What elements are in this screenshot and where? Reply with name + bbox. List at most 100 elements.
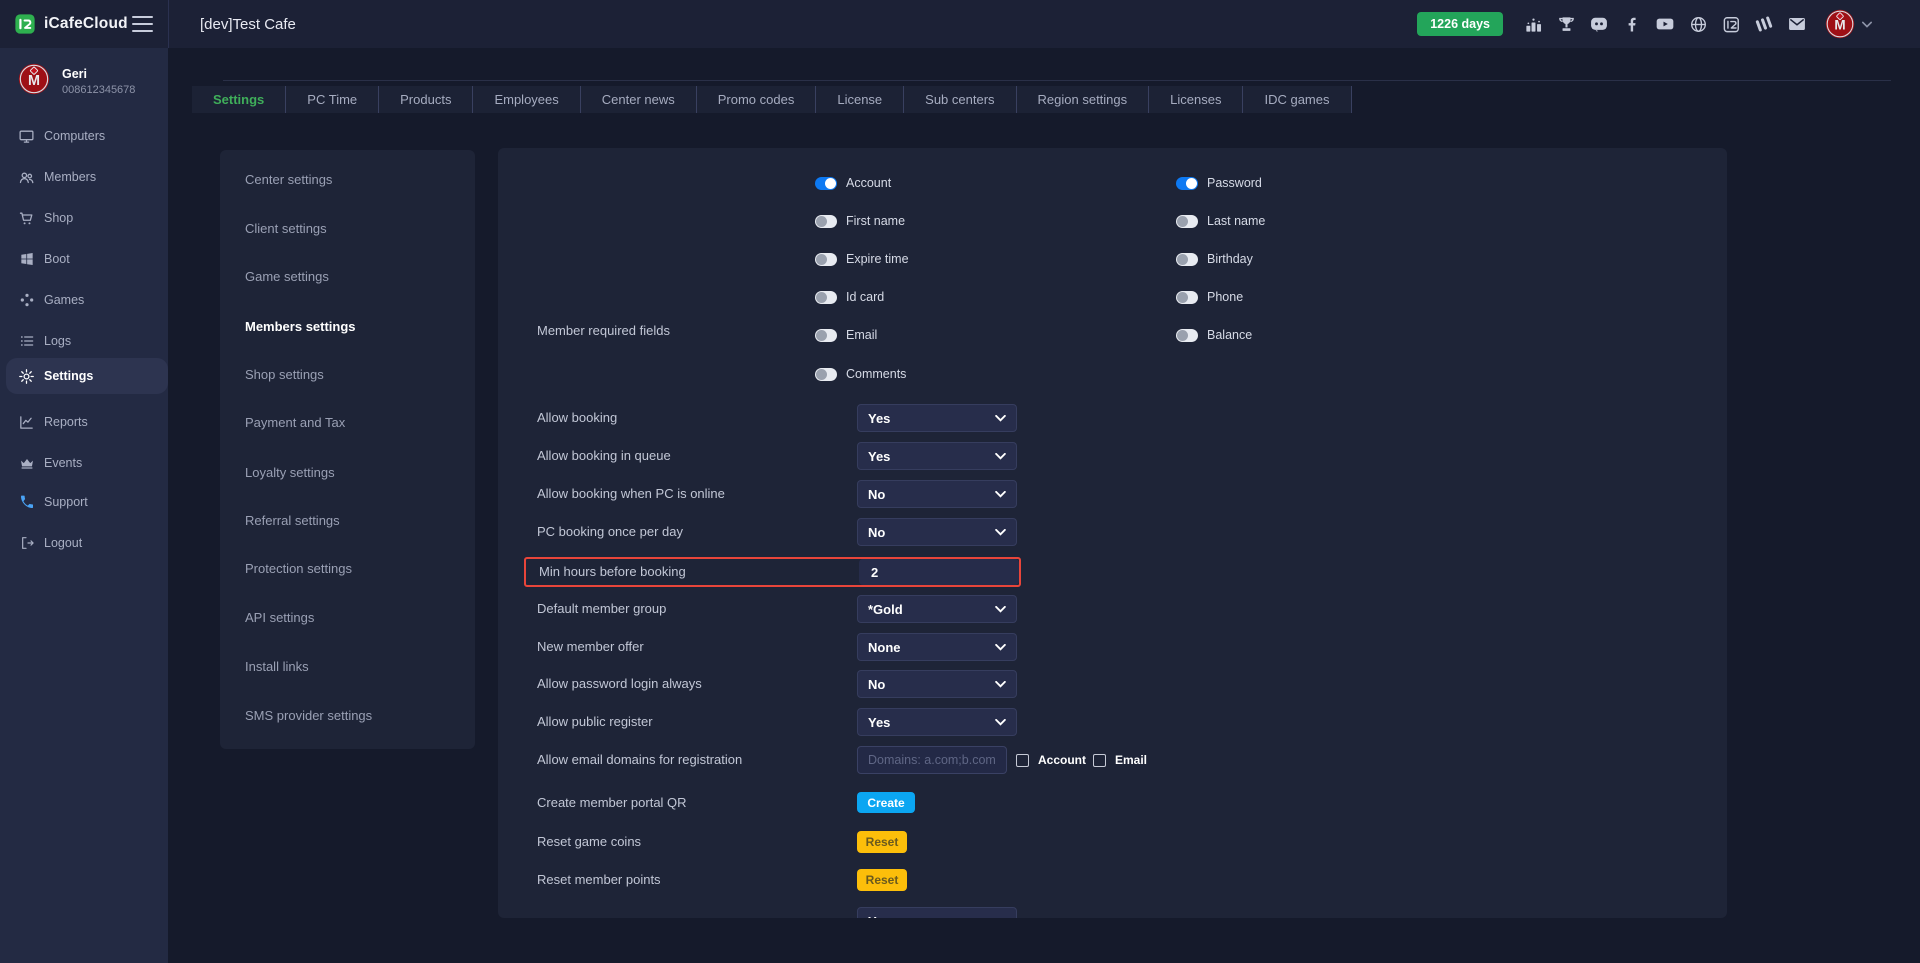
form-row: New member offer None (498, 633, 1727, 661)
youtube-icon[interactable] (1655, 14, 1675, 34)
allow-public-register-select[interactable]: Yes (857, 708, 1017, 736)
account-checkbox-group: Account (1016, 746, 1086, 774)
sidebar-item-boot[interactable]: Boot (0, 241, 168, 277)
allow-password-login-select[interactable]: No (857, 670, 1017, 698)
topbar-right: 1226 days M (1417, 0, 1872, 48)
tab-license[interactable]: License (816, 86, 904, 113)
layers-icon[interactable] (1754, 14, 1774, 34)
sidebar-user[interactable]: M Geri 008612345678 (0, 48, 168, 110)
svg-text:M: M (28, 73, 40, 89)
tab-idc-games[interactable]: IDC games (1243, 86, 1351, 113)
facebook-icon[interactable] (1622, 14, 1642, 34)
email-checkbox-group: Email (1093, 746, 1147, 774)
sidebar-item-logs[interactable]: Logs (0, 323, 168, 359)
comments-toggle[interactable] (815, 368, 837, 381)
phone-icon (18, 494, 35, 511)
trophy-icon[interactable] (1556, 14, 1576, 34)
form-row-clipped: Yes (498, 907, 1727, 918)
id-card-toggle[interactable] (815, 291, 837, 304)
hamburger-menu-icon[interactable] (132, 16, 153, 32)
user-avatar-menu[interactable]: M (1825, 9, 1872, 39)
sidebar-item-games[interactable]: Games (0, 282, 168, 318)
email-domains-input[interactable] (857, 746, 1007, 774)
reset-game-coins-button[interactable]: Reset (857, 831, 907, 853)
clipped-select[interactable]: Yes (857, 907, 1017, 918)
chevron-down-icon (995, 918, 1006, 919)
form-row: Create member portal QR Create (498, 789, 1727, 817)
account-toggle[interactable] (815, 177, 837, 190)
settings-menu-item-api[interactable]: API settings (245, 609, 314, 627)
avatar: M (1825, 9, 1855, 39)
sidebar-item-computers[interactable]: Computers (0, 118, 168, 154)
tab-sub-centers[interactable]: Sub centers (904, 86, 1016, 113)
settings-menu-item-game[interactable]: Game settings (245, 268, 329, 286)
sidebar-item-events[interactable]: Events (0, 445, 168, 481)
sidebar-item-support[interactable]: Support (0, 484, 168, 520)
topbar: iCafeCloud [dev]Test Cafe 1226 days M (0, 0, 1920, 48)
form-row: Allow booking Yes (498, 404, 1727, 432)
balance-toggle[interactable] (1176, 329, 1198, 342)
account-checkbox[interactable] (1016, 754, 1029, 767)
default-member-group-select[interactable]: *Gold (857, 595, 1017, 623)
sidebar-item-settings[interactable]: Settings (6, 358, 168, 394)
password-toggle[interactable] (1176, 177, 1198, 190)
settings-menu-item-loyalty[interactable]: Loyalty settings (245, 464, 335, 482)
email-toggle[interactable] (815, 329, 837, 342)
tabs-bar: Settings PC Time Products Employees Cent… (192, 86, 1352, 113)
sidebar: M Geri 008612345678 Computers Members Sh… (0, 48, 168, 963)
tab-region-settings[interactable]: Region settings (1017, 86, 1150, 113)
topbar-icons (1523, 14, 1807, 34)
settings-menu-item-payment[interactable]: Payment and Tax (245, 414, 345, 432)
settings-menu-item-members[interactable]: Members settings (245, 318, 356, 336)
first-name-toggle[interactable] (815, 215, 837, 228)
tab-products[interactable]: Products (379, 86, 473, 113)
license-days-badge[interactable]: 1226 days (1417, 12, 1503, 36)
games-icon (18, 292, 35, 309)
topbar-divider (168, 0, 169, 48)
monitor-icon (18, 128, 35, 145)
settings-menu-item-center[interactable]: Center settings (245, 171, 332, 189)
sidebar-item-members[interactable]: Members (0, 159, 168, 195)
sidebar-item-logout[interactable]: Logout (0, 525, 168, 561)
tab-promo-codes[interactable]: Promo codes (697, 86, 817, 113)
gear-icon (18, 368, 35, 385)
tab-employees[interactable]: Employees (473, 86, 580, 113)
settings-menu-item-referral[interactable]: Referral settings (245, 512, 340, 530)
ranking-icon[interactable] (1523, 14, 1543, 34)
new-member-offer-select[interactable]: None (857, 633, 1017, 661)
tab-settings[interactable]: Settings (192, 86, 286, 113)
tab-center-news[interactable]: Center news (581, 86, 697, 113)
form-row: Allow booking in queue Yes (498, 442, 1727, 470)
tabs-divider-line (223, 80, 1891, 81)
sidebar-item-reports[interactable]: Reports (0, 404, 168, 440)
email-checkbox[interactable] (1093, 754, 1106, 767)
discord-icon[interactable] (1589, 14, 1609, 34)
field-label: Member required fields (537, 323, 670, 338)
tab-pc-time[interactable]: PC Time (286, 86, 379, 113)
expire-time-toggle[interactable] (815, 253, 837, 266)
chevron-down-icon (995, 529, 1006, 536)
settings-menu-item-client[interactable]: Client settings (245, 220, 327, 238)
form-row: Reset game coins Reset (498, 828, 1727, 856)
reset-member-points-button[interactable]: Reset (857, 869, 907, 891)
birthday-toggle[interactable] (1176, 253, 1198, 266)
mail-icon[interactable] (1787, 14, 1807, 34)
user-name: Geri (62, 67, 87, 81)
globe-icon[interactable] (1688, 14, 1708, 34)
allow-booking-in-queue-select[interactable]: Yes (857, 442, 1017, 470)
brand-logo[interactable]: iCafeCloud (14, 0, 128, 48)
min-hours-input[interactable] (859, 559, 1019, 585)
allow-booking-select[interactable]: Yes (857, 404, 1017, 432)
settings-menu-item-sms[interactable]: SMS provider settings (245, 707, 372, 725)
settings-menu-item-protection[interactable]: Protection settings (245, 560, 352, 578)
phone-toggle[interactable] (1176, 291, 1198, 304)
allow-booking-pc-online-select[interactable]: No (857, 480, 1017, 508)
tab-licenses[interactable]: Licenses (1149, 86, 1243, 113)
sidebar-item-shop[interactable]: Shop (0, 200, 168, 236)
settings-menu-item-install[interactable]: Install links (245, 658, 309, 676)
pc-booking-once-per-day-select[interactable]: No (857, 518, 1017, 546)
last-name-toggle[interactable] (1176, 215, 1198, 228)
settings-menu-item-shop[interactable]: Shop settings (245, 366, 324, 384)
icafecloud-site-icon[interactable] (1721, 14, 1741, 34)
create-qr-button[interactable]: Create (857, 792, 915, 813)
